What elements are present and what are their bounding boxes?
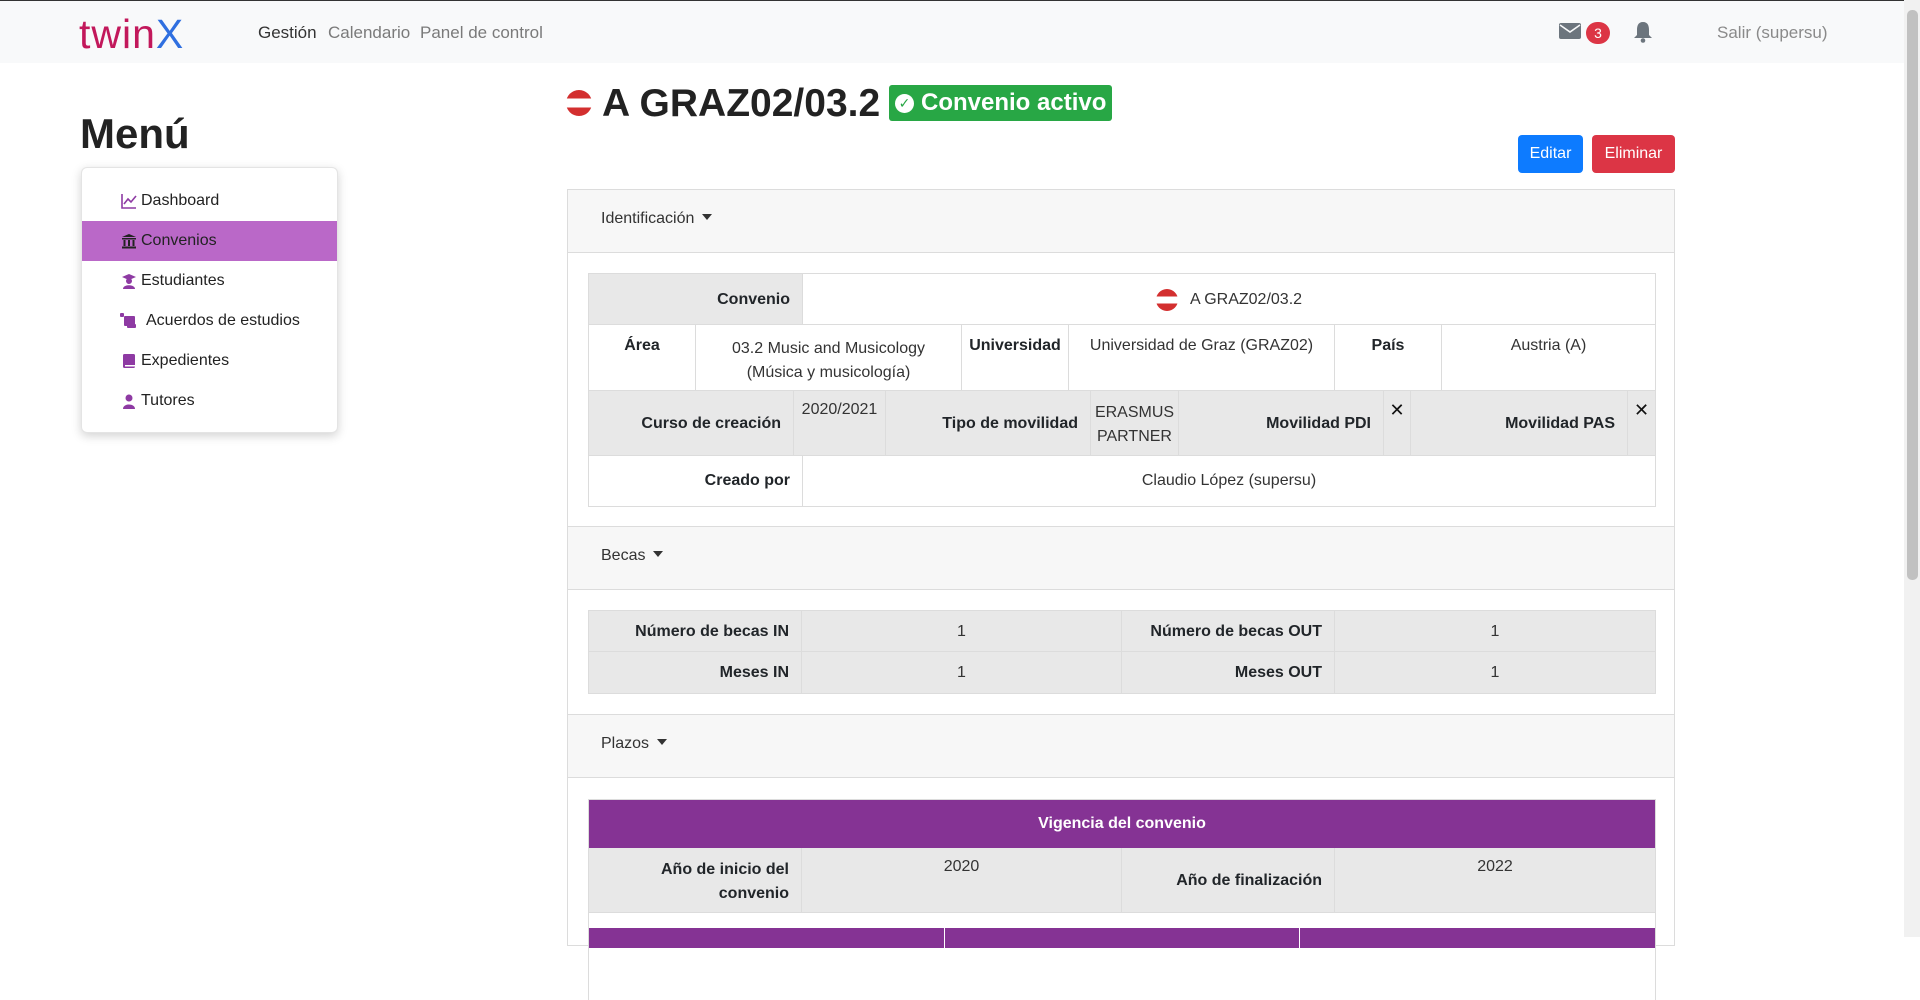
brand-part1: twin: [79, 11, 156, 57]
sidebar-item-acuerdos[interactable]: Acuerdos de estudios: [82, 301, 337, 341]
tipo-movilidad-line2: PARTNER: [1097, 428, 1172, 445]
teacher-icon: [123, 394, 135, 409]
next-table-header-1: [589, 928, 945, 948]
sidebar-item-label: Dashboard: [141, 192, 220, 209]
caret-down-icon: [657, 738, 668, 745]
sidebar-item-convenios[interactable]: Convenios: [82, 221, 337, 261]
delete-button[interactable]: Eliminar: [1592, 135, 1675, 173]
inicio-label: Año de inicio del convenio: [589, 848, 802, 913]
sidebar-item-label: Acuerdos de estudios: [146, 312, 300, 329]
creado-value: Claudio López (supersu): [1141, 472, 1317, 489]
sidebar-item-label: Expedientes: [141, 352, 230, 369]
convenio-value: A GRAZ02/03.2: [1189, 291, 1303, 308]
section-title: Becas: [601, 547, 646, 564]
universidad-value: Universidad de Graz (GRAZ02): [1069, 325, 1335, 391]
curso-value: 2020/2021: [794, 391, 886, 456]
mail-count-badge: 3: [1586, 22, 1610, 44]
inicio-label-line2: convenio: [718, 885, 789, 902]
inicio-label-line1: Año de inicio del: [660, 861, 789, 878]
area-label: Área: [589, 325, 696, 391]
movilidad-pdi-value: ✕: [1384, 391, 1411, 456]
status-badge: ✓ Convenio activo: [889, 85, 1113, 121]
identificacion-table: Convenio A GRAZ02/03.2 Área 03.2 Music a…: [588, 273, 1656, 507]
caret-down-icon: [702, 213, 713, 220]
area-value: 03.2 Music and Musicology (Música y musi…: [696, 325, 962, 391]
logout-link[interactable]: Salir (supersu): [1717, 23, 1828, 43]
fin-label: Año de finalización: [1122, 848, 1335, 913]
becas-header[interactable]: Becas: [568, 527, 1674, 590]
creado-label: Creado por: [589, 456, 803, 506]
institution-icon: [122, 234, 136, 249]
movilidad-pas-value: ✕: [1628, 391, 1655, 456]
curso-label: Curso de creación: [589, 391, 794, 456]
chart-line-icon: [121, 194, 137, 209]
nav-panel-de-control[interactable]: Panel de control: [420, 23, 543, 43]
status-label: Convenio activo: [921, 89, 1107, 116]
vigencia-header: Vigencia del convenio: [589, 800, 1655, 848]
becas-table: Número de becas IN 1 Número de becas OUT…: [588, 610, 1656, 694]
meses-out-label: Meses OUT: [1122, 652, 1335, 693]
becas-card: Becas Número de becas IN 1 Número de bec…: [567, 526, 1675, 715]
section-title: Plazos: [601, 735, 650, 752]
inicio-value: 2020: [802, 848, 1122, 913]
becas-in-label: Número de becas IN: [589, 611, 802, 652]
scrollbar-thumb[interactable]: [1907, 10, 1918, 580]
universidad-label: Universidad: [962, 325, 1069, 391]
next-table-header-3: [1300, 928, 1655, 948]
brand-part2: X: [155, 11, 185, 57]
brand-logo[interactable]: twinX: [79, 11, 184, 58]
meses-in-value: 1: [802, 652, 1122, 693]
pais-value: Austria (A): [1442, 325, 1655, 391]
scroll-icon: [120, 313, 136, 328]
section-title: Identificación: [601, 210, 695, 227]
sidebar-item-label: Tutores: [141, 392, 195, 409]
edit-button[interactable]: Editar: [1518, 135, 1583, 173]
area-value-line2: (Música y musicología): [746, 364, 911, 381]
becas-in-value: 1: [802, 611, 1122, 652]
sidebar-item-estudiantes[interactable]: Estudiantes: [82, 261, 337, 301]
meses-in-label: Meses IN: [589, 652, 802, 693]
tipo-movilidad-label: Tipo de movilidad: [886, 391, 1091, 456]
caret-down-icon: [653, 550, 664, 557]
plazos-table: Vigencia del convenio Año de inicio del …: [588, 799, 1656, 1000]
austria-flag-icon: [566, 90, 592, 116]
convenio-label: Convenio: [589, 274, 803, 325]
plazos-card: Plazos Vigencia del convenio Año de inic…: [567, 714, 1675, 1000]
sidebar-item-tutores[interactable]: Tutores: [82, 381, 337, 421]
bell-icon[interactable]: [1633, 21, 1653, 43]
nav-gestion[interactable]: Gestión: [258, 23, 317, 43]
fin-value: 2022: [1335, 848, 1655, 913]
sidebar-item-expedientes[interactable]: Expedientes: [82, 341, 337, 381]
area-value-line1: 03.2 Music and Musicology: [732, 340, 925, 357]
movilidad-pdi-label: Movilidad PDI: [1179, 391, 1384, 456]
sidebar-menu: Dashboard Convenios Estudiantes Acuerdos…: [81, 167, 338, 433]
next-table-header-2: [945, 928, 1300, 948]
sidebar-item-dashboard[interactable]: Dashboard: [82, 181, 337, 221]
menu-title: Menú: [80, 110, 190, 157]
sidebar-item-label: Convenios: [141, 232, 217, 249]
check-circle-icon: ✓: [895, 94, 914, 113]
top-navbar: twinX Gestión Calendario Panel de contro…: [0, 1, 1904, 63]
austria-flag-icon: [1155, 288, 1178, 311]
graduate-icon: [122, 274, 136, 289]
page-title: A GRAZ02/03.2: [602, 82, 881, 125]
tipo-movilidad-line1: ERASMUS: [1094, 404, 1175, 421]
book-icon: [123, 354, 135, 368]
sidebar-item-label: Estudiantes: [141, 272, 225, 289]
plazos-header[interactable]: Plazos: [568, 715, 1674, 778]
envelope-icon[interactable]: [1559, 23, 1581, 39]
pais-label: País: [1335, 325, 1442, 391]
tipo-movilidad-value: ERASMUS PARTNER: [1091, 391, 1179, 456]
nav-calendario[interactable]: Calendario: [328, 23, 410, 43]
identificacion-header[interactable]: Identificación: [568, 190, 1674, 253]
becas-out-value: 1: [1335, 611, 1655, 652]
meses-out-value: 1: [1335, 652, 1655, 693]
becas-out-label: Número de becas OUT: [1122, 611, 1335, 652]
identificacion-card: Identificación Convenio A GRAZ02/03.2 Ár…: [567, 189, 1675, 527]
movilidad-pas-label: Movilidad PAS: [1411, 391, 1628, 456]
convenio-value-cell: A GRAZ02/03.2: [803, 274, 1655, 325]
